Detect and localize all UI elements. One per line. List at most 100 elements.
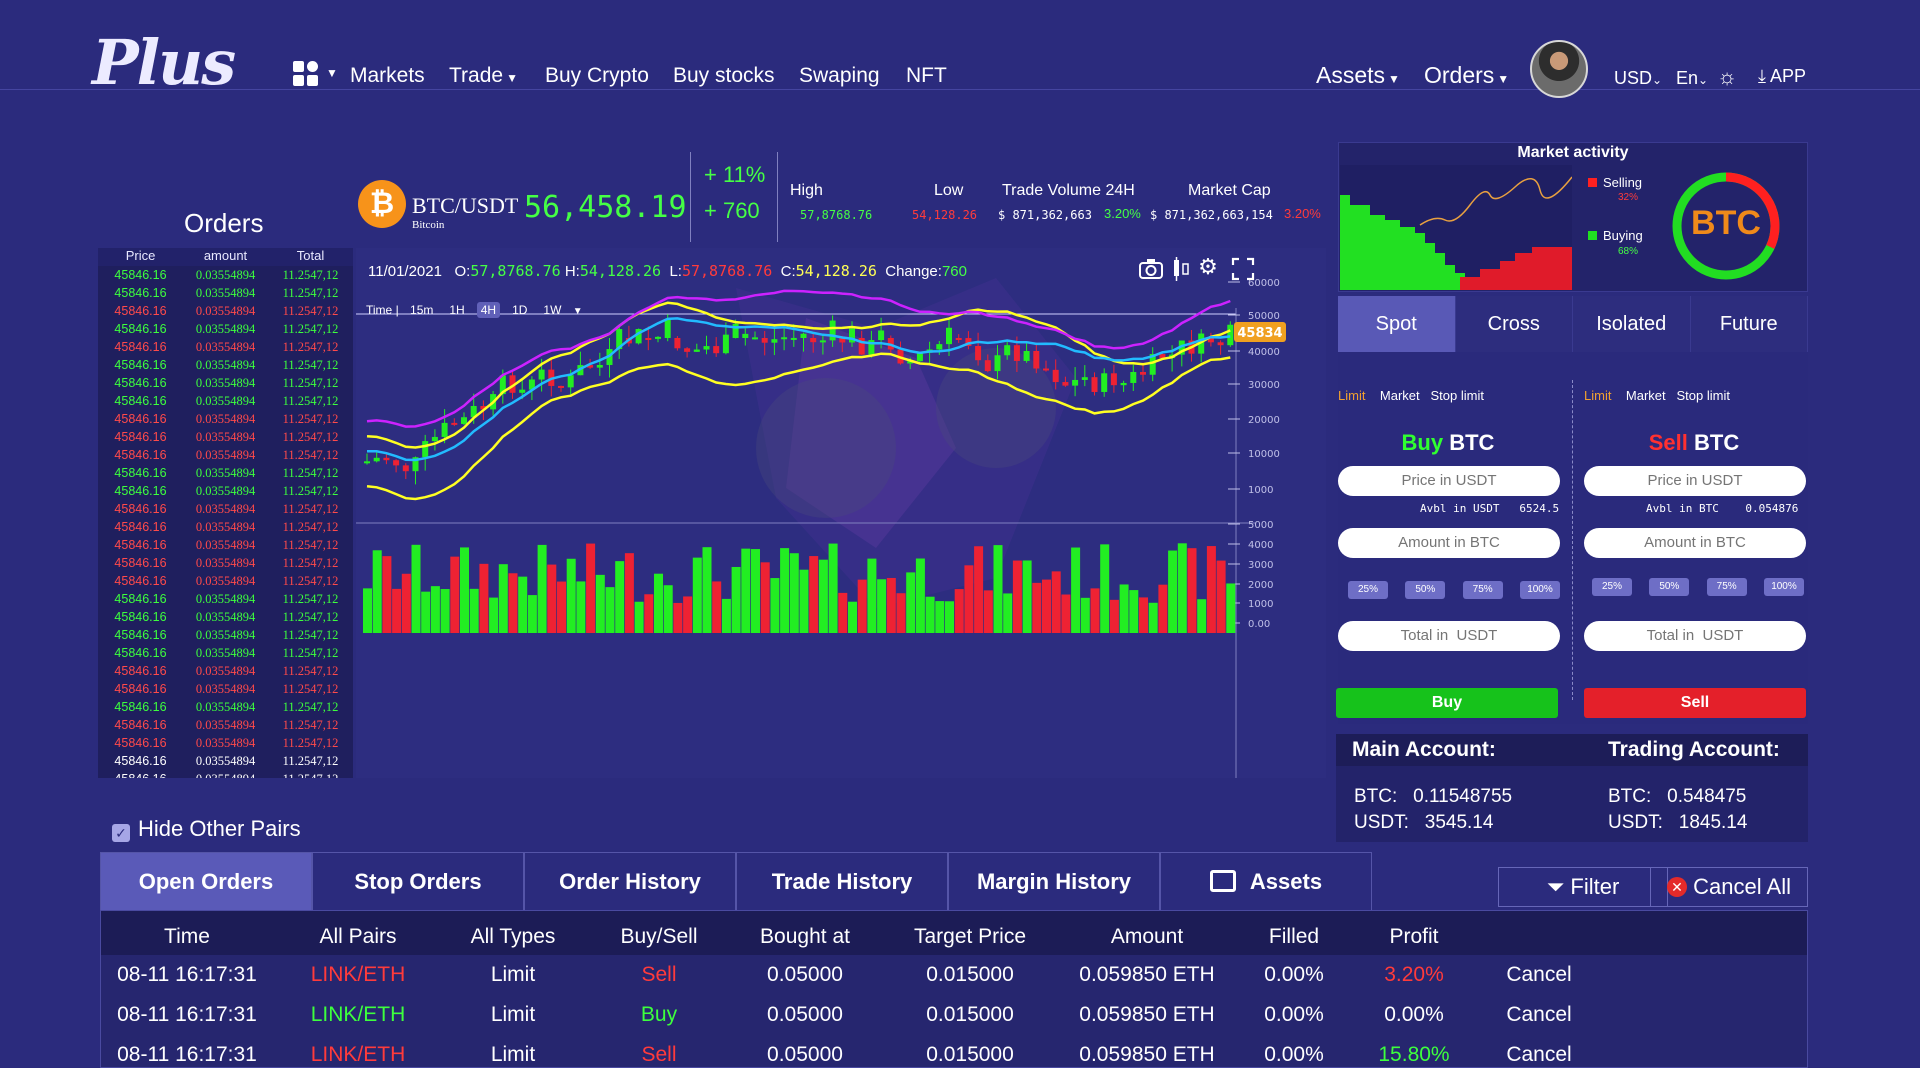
theme-sun-icon[interactable]: ☼	[1717, 64, 1737, 90]
currency-select[interactable]: USD⌄	[1614, 68, 1662, 89]
orderbook-row[interactable]: 45846.160.0355489411.2547,12	[98, 698, 353, 716]
column-header-amount[interactable]: Amount	[1065, 925, 1229, 949]
orderbook-row[interactable]: 45846.160.0355489411.2547,12	[98, 410, 353, 428]
logo[interactable]: Plus	[92, 26, 236, 99]
buy-price-input[interactable]	[1338, 466, 1560, 496]
orderbook-row[interactable]: 45846.160.0355489411.2547,12	[98, 590, 353, 608]
orderbook-row[interactable]: 45846.160.0355489411.2547,12	[98, 716, 353, 734]
timeframe-4h[interactable]: 4H	[476, 302, 501, 318]
column-header-time[interactable]: Time	[101, 925, 273, 949]
orderbook-row[interactable]: 45846.160.0355489411.2547,12	[98, 626, 353, 644]
orderbook-row[interactable]: 45846.160.0355489411.2547,12	[98, 608, 353, 626]
candlestick-chart-svg[interactable]: 6000050000400003000020000100001000500040…	[356, 248, 1326, 778]
sell-tab-stop-limit[interactable]: Stop limit	[1676, 388, 1729, 403]
orderbook-row[interactable]: 45846.160.0355489411.2547,12	[98, 374, 353, 392]
cancel-order-button[interactable]: Cancel	[1469, 1043, 1609, 1067]
nav-nft[interactable]: NFT	[906, 64, 947, 88]
nav-markets[interactable]: Markets	[350, 64, 425, 88]
column-header-filled[interactable]: Filled	[1229, 925, 1359, 949]
checkbox-checked-icon[interactable]: ✓	[112, 824, 130, 842]
apps-grid-icon[interactable]	[292, 60, 322, 90]
buy-button[interactable]: Buy	[1336, 688, 1558, 718]
sell-price-input[interactable]	[1584, 466, 1806, 496]
sell-amount-input[interactable]	[1584, 528, 1806, 558]
tab-trade-history[interactable]: Trade History	[736, 852, 948, 910]
orderbook-row[interactable]: 45846.160.0355489411.2547,12	[98, 446, 353, 464]
orderbook-row[interactable]: 45846.160.0355489411.2547,12	[98, 518, 353, 536]
apps-caret-icon[interactable]: ▼	[326, 66, 338, 80]
sell-pct-100[interactable]: 100%	[1763, 578, 1804, 596]
buy-pct-75[interactable]: 75%	[1462, 581, 1503, 599]
orderbook-row[interactable]: 45846.160.0355489411.2547,12	[98, 734, 353, 752]
table-row[interactable]: 08-11 16:17:31 LINK/ETH Limit Sell 0.05000 0.…	[101, 1035, 1807, 1067]
tab-margin-history[interactable]: Margin History	[948, 852, 1160, 910]
nav-trade[interactable]: Trade ▼	[449, 64, 518, 88]
tab-order-history[interactable]: Order History	[524, 852, 736, 910]
column-header-all-pairs[interactable]: All Pairs	[273, 925, 443, 949]
nav-swaping[interactable]: Swaping	[799, 64, 880, 88]
buy-pct-25[interactable]: 25%	[1348, 581, 1388, 599]
orderbook-row[interactable]: 45846.160.0355489411.2547,12	[98, 338, 353, 356]
buy-amount-input[interactable]	[1338, 528, 1560, 558]
table-row[interactable]: 08-11 16:17:31 LINK/ETH Limit Buy 0.05000 0.0…	[101, 995, 1807, 1035]
mode-tab-isolated[interactable]: Isolated	[1573, 296, 1691, 352]
orderbook-row[interactable]: 45846.160.0355489411.2547,12	[98, 284, 353, 302]
nav-buy-crypto[interactable]: Buy Crypto	[545, 64, 649, 88]
orderbook-row[interactable]: 45846.160.0355489411.2547,12	[98, 428, 353, 446]
sell-pct-50[interactable]: 50%	[1649, 578, 1690, 596]
candle-type-icon[interactable]	[1168, 256, 1194, 282]
buy-pct-50[interactable]: 50%	[1405, 581, 1446, 599]
fullscreen-icon[interactable]	[1230, 256, 1256, 282]
orderbook-row[interactable]: 45846.160.0355489411.2547,12	[98, 572, 353, 590]
mode-tab-future[interactable]: Future	[1690, 296, 1808, 352]
orders-menu[interactable]: Orders ▼	[1424, 62, 1509, 89]
assets-menu[interactable]: Assets ▼	[1316, 62, 1400, 89]
orderbook-row[interactable]: 45846.160.0355489411.2547,12	[98, 302, 353, 320]
download-app-button[interactable]: ⤓ APP	[1758, 66, 1806, 87]
sell-button[interactable]: Sell	[1584, 688, 1806, 718]
column-header-profit[interactable]: Profit	[1359, 925, 1469, 949]
orderbook-row[interactable]: 45846.160.0355489411.2547,12	[98, 482, 353, 500]
orderbook-row[interactable]: 45846.160.0355489411.2547,12	[98, 536, 353, 554]
filter-button[interactable]: ⏷ Filter	[1498, 867, 1668, 907]
timeframe-1w[interactable]: 1W	[539, 302, 565, 318]
table-row[interactable]: 08-11 16:17:31 LINK/ETH Limit Sell 0.05000 0.…	[101, 955, 1807, 995]
language-select[interactable]: En⌄	[1676, 68, 1708, 89]
column-header-bought-at[interactable]: Bought at	[735, 925, 875, 949]
buy-total-input[interactable]	[1338, 621, 1560, 651]
orderbook-row[interactable]: 45846.160.0355489411.2547,12	[98, 554, 353, 572]
column-header-buy-sell[interactable]: Buy/Sell	[583, 925, 735, 949]
timeframe-15m[interactable]: 15m	[406, 302, 437, 318]
pair-name[interactable]: BTC/USDT	[412, 193, 518, 219]
hide-other-pairs[interactable]: ✓ Hide Other Pairs	[112, 816, 301, 842]
orderbook-row[interactable]: 45846.160.0355489411.2547,12	[98, 644, 353, 662]
timeframe-dropdown-icon[interactable]: ▼	[573, 306, 583, 317]
buy-tab-stop-limit[interactable]: Stop limit	[1430, 388, 1483, 403]
sell-pct-75[interactable]: 75%	[1706, 578, 1747, 596]
orderbook-row[interactable]: 45846.160.0355489411.2547,12	[98, 500, 353, 518]
cancel-order-button[interactable]: Cancel	[1469, 1003, 1609, 1027]
cancel-order-button[interactable]: Cancel	[1469, 963, 1609, 987]
timeframe-1d[interactable]: 1D	[508, 302, 531, 318]
camera-icon[interactable]	[1138, 256, 1164, 282]
sell-tab-limit[interactable]: Limit	[1584, 388, 1611, 403]
orderbook-row[interactable]: 45846.160.0355489411.2547,12	[98, 464, 353, 482]
orderbook-row[interactable]: 45846.160.0355489411.2547,12	[98, 770, 353, 779]
column-header-target-price[interactable]: Target Price	[875, 925, 1065, 949]
avatar[interactable]	[1530, 40, 1588, 98]
tab-assets[interactable]: Assets	[1160, 852, 1372, 910]
cancel-all-button[interactable]: ✕ Cancel All	[1650, 867, 1808, 907]
gear-icon[interactable]: ⚙	[1195, 254, 1221, 280]
tab-open-orders[interactable]: Open Orders	[100, 852, 312, 910]
buy-pct-100[interactable]: 100%	[1519, 581, 1560, 599]
price-chart[interactable]: 60000 50000 40000 30000 20000 10000 1000 5000 40…	[356, 248, 1326, 778]
timeframe-1h[interactable]: 1H	[445, 302, 468, 318]
mode-tab-cross[interactable]: Cross	[1455, 296, 1573, 352]
sell-pct-25[interactable]: 25%	[1592, 578, 1632, 596]
sell-tab-market[interactable]: Market	[1626, 388, 1666, 403]
orderbook-row[interactable]: 45846.160.0355489411.2547,12	[98, 680, 353, 698]
orderbook-row[interactable]: 45846.160.0355489411.2547,12	[98, 662, 353, 680]
mode-tab-spot[interactable]: Spot	[1338, 296, 1456, 352]
tab-stop-orders[interactable]: Stop Orders	[312, 852, 524, 910]
orderbook-row[interactable]: 45846.160.0355489411.2547,12	[98, 320, 353, 338]
